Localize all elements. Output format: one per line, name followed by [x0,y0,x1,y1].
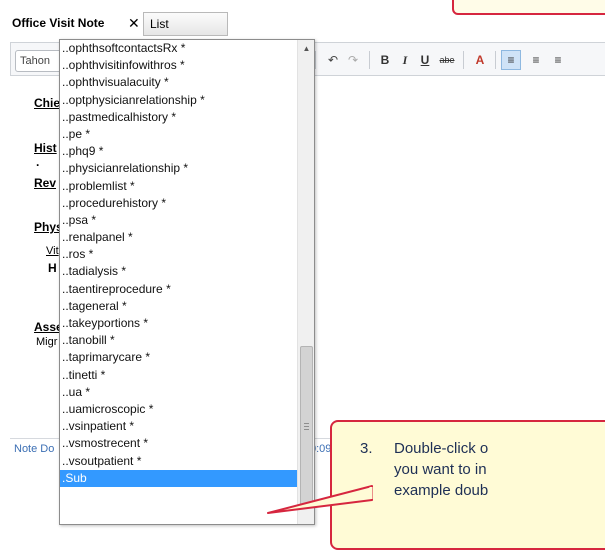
height-label: H [48,261,57,275]
status-left: Note Do [14,443,55,455]
list-item[interactable]: ..ophthsoftcontactsRx * [60,40,297,57]
list-item[interactable]: ..ophthvisualacuity * [60,74,297,91]
chief-complaint-heading: Chie [34,96,61,110]
dropdown-items: ..ophthsoftcontactsRx * ..ophthvisitinfo… [60,40,297,524]
list-item[interactable]: ..takeyportions * [60,315,297,332]
list-item[interactable]: ..tinetti * [60,367,297,384]
review-heading: Rev [34,176,57,190]
list-item[interactable]: ..renalpanel * [60,229,297,246]
redo-icon[interactable]: ↷ [345,51,361,69]
scrollbar-thumb[interactable] [300,346,313,506]
list-item[interactable]: ..taentireprocedure * [60,281,297,298]
toolbar-separator [463,51,464,69]
list-item[interactable]: ..pe * [60,126,297,143]
align-left-button[interactable]: ≡ [501,50,521,70]
list-item[interactable]: ..ophthvisitinfowithros * [60,57,297,74]
callout-top-partial [452,0,605,15]
list-item[interactable]: ..taprimarycare * [60,349,297,366]
list-item[interactable]: ..tanobill * [60,332,297,349]
list-item[interactable]: ..vsinpatient * [60,418,297,435]
underline-button[interactable]: U [417,51,433,69]
strikethrough-button[interactable]: abe [437,51,457,69]
list-item[interactable]: ..tadialysis * [60,263,297,280]
tab-office-visit-note[interactable]: Office Visit Note [8,12,104,34]
list-item[interactable]: ..vsoutpatient * [60,453,297,470]
list-item[interactable]: ..tageneral * [60,298,297,315]
list-item[interactable]: ..problemlist * [60,178,297,195]
callout-line-1: Double-click o [394,440,489,457]
list-item[interactable]: ..pastmedicalhistory * [60,109,297,126]
list-item[interactable]: ..vsmostrecent * [60,435,297,452]
italic-button[interactable]: I [397,51,413,69]
tab-list[interactable]: List [143,12,228,36]
font-color-icon[interactable]: A [471,51,489,69]
grip-line [304,423,309,424]
dropdown-scrollbar[interactable]: ▲ [297,40,314,524]
history-heading: Hist [34,141,57,155]
callout-line-3: example doub [394,482,489,499]
toolbar-separator [495,51,496,69]
toolbar-separator [369,51,370,69]
align-center-button[interactable]: ≡ [527,51,545,69]
list-item[interactable]: ..procedurehistory * [60,195,297,212]
list-item[interactable]: ..optphysicianrelationship * [60,92,297,109]
template-dropdown-list[interactable]: ..ophthsoftcontactsRx * ..ophthvisitinfo… [59,39,315,525]
bold-button[interactable]: B [377,51,393,69]
list-item[interactable]: ..ros * [60,246,297,263]
history-bullet: · [36,158,40,172]
undo-icon[interactable]: ↶ [325,51,341,69]
list-item[interactable]: ..uamicroscopic * [60,401,297,418]
callout-step-number: 3. [360,440,373,457]
instruction-callout: 3. Double-click o you want to in example … [330,420,605,550]
vitals-label: Vit [46,245,59,257]
close-icon[interactable]: ✕ [128,12,140,34]
callout-text: 3. Double-click o you want to in example … [360,438,605,501]
align-right-button[interactable]: ≡ [549,51,567,69]
scroll-up-icon[interactable]: ▲ [298,40,315,57]
grip-line [304,426,309,427]
callout-line-2: you want to in [394,461,487,478]
list-item[interactable]: ..phq9 * [60,143,297,160]
toolbar-separator [315,51,316,69]
grip-line [304,429,309,430]
list-item[interactable]: ..psa * [60,212,297,229]
list-item[interactable]: ..ua * [60,384,297,401]
list-item[interactable]: ..physicianrelationship * [60,160,297,177]
migraine-text: Migr [36,336,58,348]
list-item-selected[interactable]: .Sub [60,469,297,487]
tab-strip: Office Visit Note ✕ List [0,0,605,38]
